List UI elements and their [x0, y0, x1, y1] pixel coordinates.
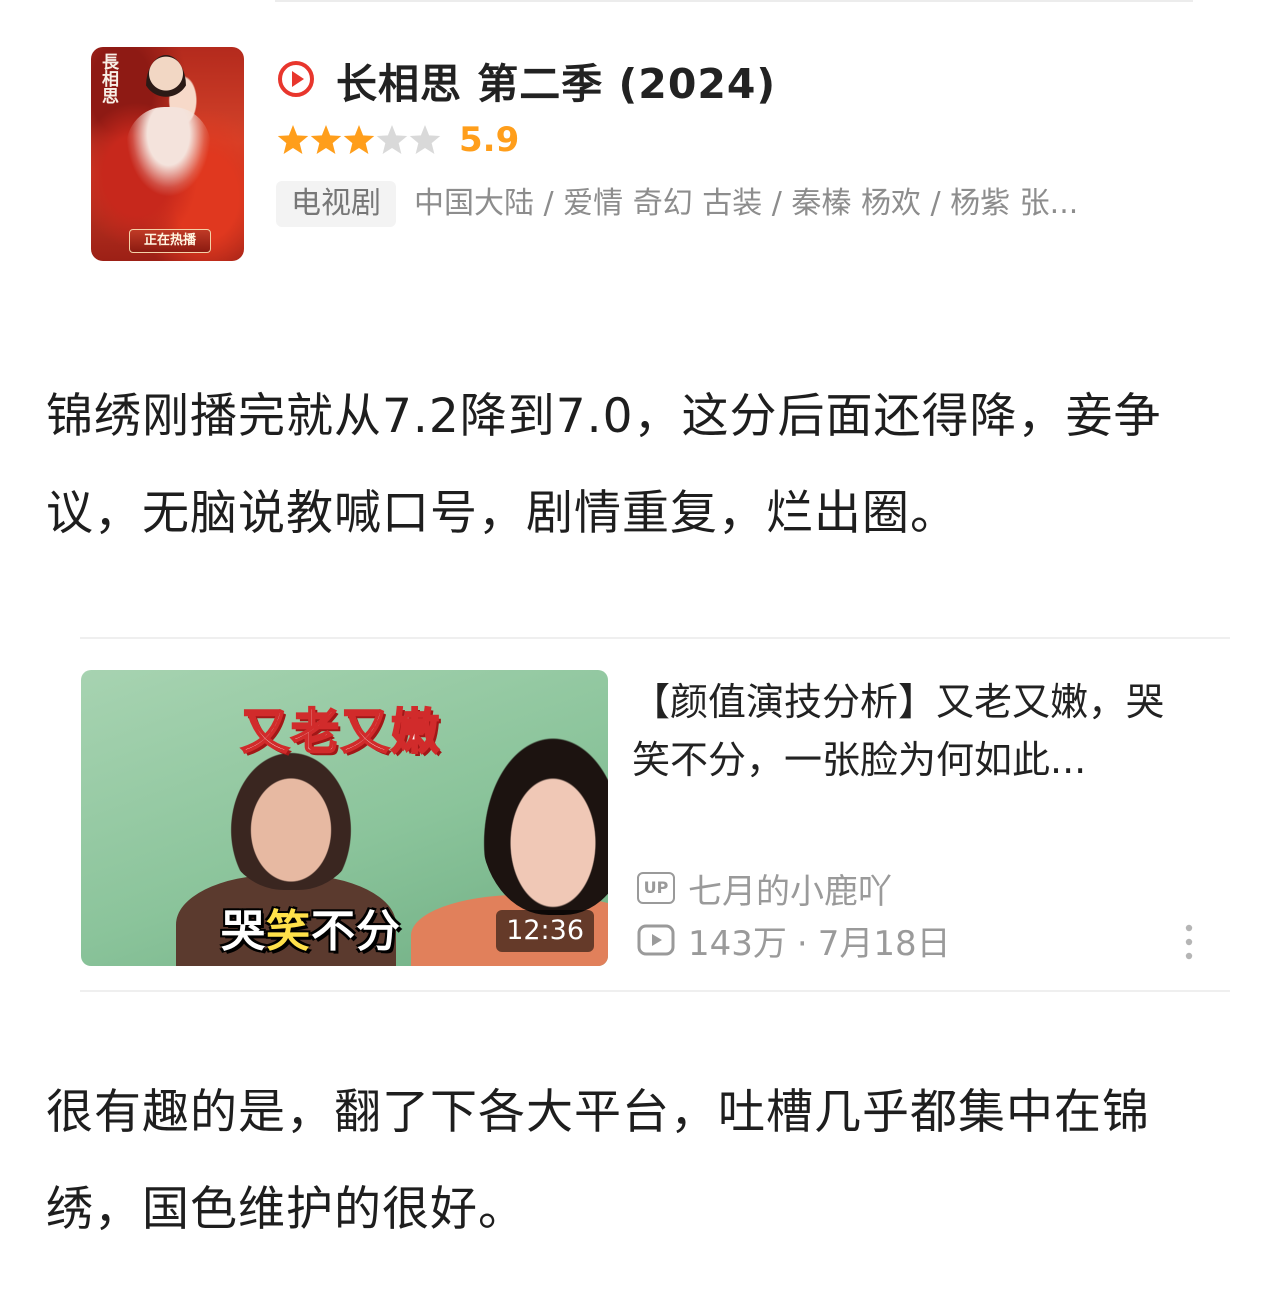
poster-art [126, 107, 211, 197]
show-meta: 中国大陆 / 爱情 奇幻 古装 / 秦榛 杨欢 / 杨紫 张... [414, 186, 1079, 221]
thumb-figure-right [481, 725, 608, 915]
play-count-icon [637, 924, 675, 956]
stats-separator: · [796, 924, 808, 964]
star-empty-icon [376, 125, 408, 154]
more-options-icon[interactable] [1181, 922, 1197, 962]
type-tag: 电视剧 [276, 181, 396, 227]
video-card-divider-top [80, 637, 1230, 639]
thumb-caption-part-1: 哭 [221, 906, 266, 957]
up-badge-icon: UP [637, 872, 675, 904]
post-paragraph-1: 锦绣刚播完就从7.2降到7.0，这分后面还得降，妾争议，无脑说教喊口号，剧情重复… [46, 389, 1162, 541]
upload-date: 7月18日 [817, 924, 951, 964]
star-filled-icon [277, 125, 309, 154]
thumb-caption-part-2: 笑 [266, 906, 311, 957]
video-duration: 12:36 [496, 910, 594, 952]
thumb-figure-left [221, 740, 361, 890]
poster-figure [146, 55, 186, 117]
star-filled-icon [310, 125, 342, 154]
view-count: 143万 [688, 924, 787, 964]
show-poster[interactable]: 長相思 正在热播 [91, 47, 244, 261]
rating-score: 5.9 [459, 120, 520, 160]
thumb-caption-part-3: 不分 [311, 906, 401, 957]
show-title[interactable]: 长相思 第二季 (2024) [336, 50, 776, 110]
play-circle-icon [278, 61, 314, 97]
post-paragraph-2: 很有趣的是，翻了下各大平台，吐槽几乎都集中在锦绣，国色维护的很好。 [46, 1085, 1150, 1237]
poster-calligraphy: 長相思 [98, 53, 118, 104]
video-thumbnail[interactable]: 又老又嫩 哭笑不分 12:36 [81, 670, 608, 966]
video-stats: 143万 · 7月18日 [688, 916, 951, 965]
show-card[interactable]: 長相思 正在热播 长相思 第二季 (2024) 5.9 电视剧 中国大陆 / 爱… [0, 30, 1284, 280]
top-divider [275, 0, 1193, 2]
star-empty-icon [409, 125, 441, 154]
star-rating [277, 125, 441, 154]
video-card-divider-bottom [80, 990, 1230, 992]
uploader-name[interactable]: 七月的小鹿吖 [688, 864, 892, 913]
video-title[interactable]: 【颜值演技分析】又老又嫩，哭笑不分，一张脸为何如此... [632, 673, 1197, 789]
thumb-caption-bottom: 哭笑不分 [221, 895, 401, 959]
poster-badge: 正在热播 [129, 229, 211, 253]
star-filled-icon [343, 125, 375, 154]
thumb-caption-top: 又老又嫩 [240, 703, 442, 761]
